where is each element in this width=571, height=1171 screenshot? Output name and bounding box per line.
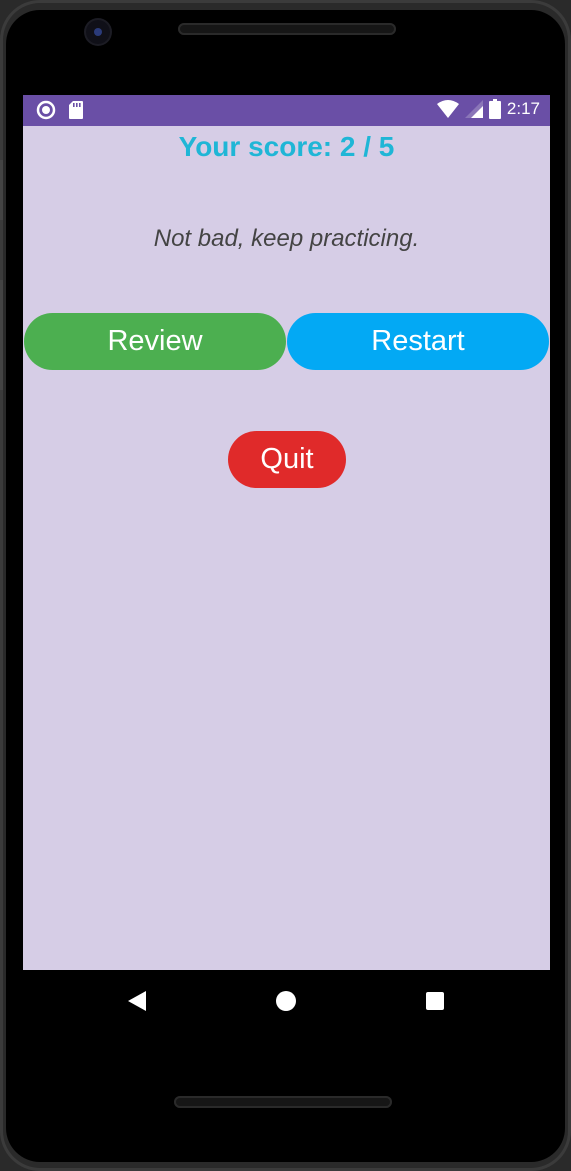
status-time: 2:17 — [506, 99, 540, 118]
feedback-message: Not bad, keep practicing. — [153, 225, 420, 252]
wifi-icon — [436, 100, 459, 118]
phone-device: 2:17 Your score: 2 / 5 Not bad, keep pra… — [0, 0, 571, 1171]
side-button — [0, 280, 3, 390]
recent-apps-icon[interactable] — [426, 992, 444, 1010]
front-camera — [86, 20, 110, 44]
sd-card-icon — [69, 101, 83, 119]
bottom-speaker — [174, 1096, 392, 1108]
back-icon[interactable] — [128, 991, 146, 1011]
navigation-bar — [23, 970, 550, 1032]
quit-button[interactable]: Quit — [228, 431, 346, 488]
top-speaker — [178, 23, 396, 35]
circle-notification-icon — [36, 100, 56, 120]
home-icon[interactable] — [276, 991, 296, 1011]
status-left-icons — [36, 100, 84, 120]
status-bar: 2:17 — [23, 95, 550, 126]
status-right-icons: 2:17 — [436, 99, 540, 119]
restart-button[interactable]: Restart — [287, 313, 549, 370]
score-text: Your score: 2 / 5 — [178, 131, 395, 162]
battery-icon — [488, 99, 501, 119]
signal-icon — [464, 100, 483, 118]
app-screen: 2:17 Your score: 2 / 5 Not bad, keep pra… — [23, 95, 550, 970]
side-button — [0, 160, 3, 220]
review-button[interactable]: Review — [24, 313, 286, 370]
